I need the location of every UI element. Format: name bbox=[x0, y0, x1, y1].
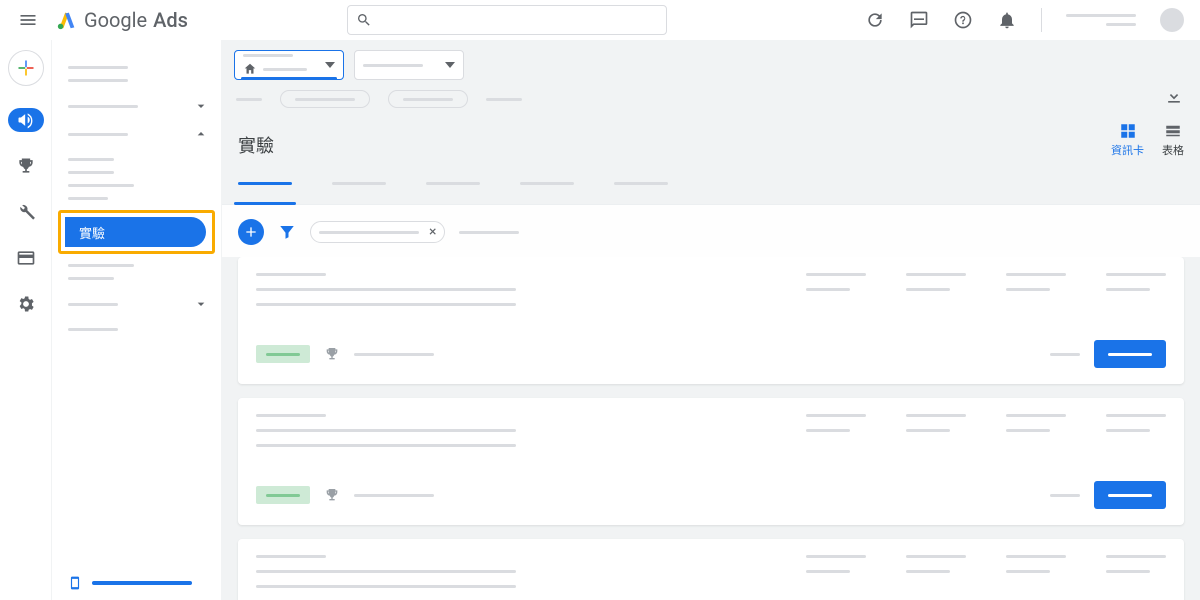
nav-group-collapsed[interactable] bbox=[52, 92, 221, 120]
plus-icon bbox=[243, 224, 259, 240]
nav-subitem[interactable] bbox=[68, 158, 114, 161]
tab[interactable] bbox=[332, 176, 386, 204]
rail-goals[interactable] bbox=[8, 154, 44, 178]
filter-row: × bbox=[222, 205, 1200, 257]
page-header: 實驗 資訊卡 表格 bbox=[222, 114, 1200, 158]
nav-subitem[interactable] bbox=[68, 171, 114, 174]
trophy-icon bbox=[324, 487, 340, 503]
notifications-icon[interactable] bbox=[997, 10, 1017, 30]
filter-icon[interactable] bbox=[278, 223, 296, 241]
status-badge bbox=[256, 345, 310, 363]
left-rail bbox=[0, 40, 52, 600]
main-content: 實驗 資訊卡 表格 bbox=[222, 40, 1200, 600]
tab[interactable] bbox=[614, 176, 668, 204]
nav-subitem[interactable] bbox=[68, 197, 108, 200]
trophy-icon bbox=[16, 156, 36, 176]
experiment-card[interactable] bbox=[238, 257, 1184, 384]
experiment-card[interactable] bbox=[238, 539, 1184, 600]
tools-icon bbox=[16, 202, 36, 222]
app-body: 實驗 bbox=[0, 40, 1200, 600]
scope-account-chip[interactable] bbox=[234, 50, 344, 80]
scope-row bbox=[222, 40, 1200, 80]
rail-campaigns[interactable] bbox=[8, 108, 44, 132]
nav-item-experiments[interactable]: 實驗 bbox=[65, 217, 206, 247]
trophy-icon bbox=[324, 346, 340, 362]
breadcrumb-item[interactable] bbox=[486, 98, 522, 101]
sidenav-footer[interactable] bbox=[68, 576, 192, 590]
card-icon bbox=[16, 248, 36, 268]
nav-item[interactable] bbox=[68, 79, 128, 82]
view-toggle-group: 資訊卡 表格 bbox=[1111, 122, 1184, 158]
view-toggle-table[interactable]: 表格 bbox=[1162, 122, 1184, 158]
app-header: Google Ads bbox=[0, 0, 1200, 40]
breadcrumb-row bbox=[222, 80, 1200, 114]
nav-group-expanded[interactable] bbox=[52, 120, 221, 148]
nav-subitem[interactable] bbox=[68, 184, 134, 187]
hamburger-icon bbox=[18, 10, 38, 30]
breadcrumb-chip[interactable] bbox=[388, 90, 468, 108]
tab[interactable] bbox=[238, 176, 292, 204]
close-icon[interactable]: × bbox=[429, 224, 436, 240]
page-title: 實驗 bbox=[238, 132, 274, 158]
search-box[interactable] bbox=[347, 5, 667, 35]
nav-item[interactable] bbox=[68, 66, 128, 69]
chevron-down-icon bbox=[193, 296, 209, 312]
search-input[interactable] bbox=[378, 13, 658, 28]
nav-subitem[interactable] bbox=[68, 277, 114, 280]
search-container bbox=[347, 5, 667, 35]
filter-chip[interactable]: × bbox=[310, 221, 445, 243]
download-button[interactable] bbox=[1164, 86, 1184, 106]
nav-item-experiments-label: 實驗 bbox=[79, 223, 105, 242]
card-cta-button[interactable] bbox=[1094, 481, 1166, 509]
experiment-cards-list bbox=[222, 257, 1200, 600]
chevron-down-icon bbox=[193, 98, 209, 114]
view-toggle-cards[interactable]: 資訊卡 bbox=[1111, 122, 1144, 158]
view-toggle-cards-label: 資訊卡 bbox=[1111, 142, 1144, 158]
account-label[interactable] bbox=[1066, 14, 1136, 26]
cards-icon bbox=[1119, 122, 1137, 140]
device-icon bbox=[68, 576, 82, 590]
experiment-card[interactable] bbox=[238, 398, 1184, 525]
rail-tools[interactable] bbox=[8, 200, 44, 224]
nav-highlight-container: 實驗 bbox=[58, 210, 215, 254]
tab[interactable] bbox=[426, 176, 480, 204]
nav-group-collapsed[interactable] bbox=[52, 290, 221, 318]
avatar[interactable] bbox=[1160, 8, 1184, 32]
product-logo[interactable]: Google Ads bbox=[56, 8, 188, 32]
chevron-up-icon bbox=[193, 126, 209, 142]
nav-subitem[interactable] bbox=[68, 264, 134, 267]
card-cta-button[interactable] bbox=[1094, 340, 1166, 368]
nav-subitem[interactable] bbox=[68, 328, 118, 331]
breadcrumb-item[interactable] bbox=[236, 98, 262, 101]
megaphone-icon bbox=[16, 110, 36, 130]
logo-text-google: Google bbox=[84, 8, 147, 32]
side-nav: 實驗 bbox=[52, 40, 222, 600]
home-icon bbox=[243, 62, 257, 76]
chat-icon[interactable] bbox=[909, 10, 929, 30]
header-actions bbox=[865, 8, 1184, 32]
scope-campaign-chip[interactable] bbox=[354, 50, 464, 80]
divider bbox=[1041, 8, 1042, 32]
logo-text-ads: Ads bbox=[153, 8, 188, 32]
rail-new-button[interactable] bbox=[8, 50, 44, 86]
dropdown-icon bbox=[445, 60, 455, 70]
tab[interactable] bbox=[520, 176, 574, 204]
tabs bbox=[222, 158, 1200, 205]
rail-billing[interactable] bbox=[8, 246, 44, 270]
breadcrumb-chip[interactable] bbox=[280, 90, 370, 108]
ads-logo-icon bbox=[56, 9, 78, 31]
search-icon bbox=[356, 12, 372, 28]
rail-settings[interactable] bbox=[8, 292, 44, 316]
view-toggle-table-label: 表格 bbox=[1162, 142, 1184, 158]
main-menu-button[interactable] bbox=[16, 8, 40, 32]
filter-text bbox=[459, 231, 519, 234]
refresh-icon[interactable] bbox=[865, 10, 885, 30]
plus-multicolor-icon bbox=[16, 58, 36, 78]
add-button[interactable] bbox=[238, 219, 264, 245]
table-icon bbox=[1164, 122, 1182, 140]
gear-icon bbox=[16, 294, 36, 314]
status-badge bbox=[256, 486, 310, 504]
dropdown-icon bbox=[325, 60, 335, 70]
help-icon[interactable] bbox=[953, 10, 973, 30]
